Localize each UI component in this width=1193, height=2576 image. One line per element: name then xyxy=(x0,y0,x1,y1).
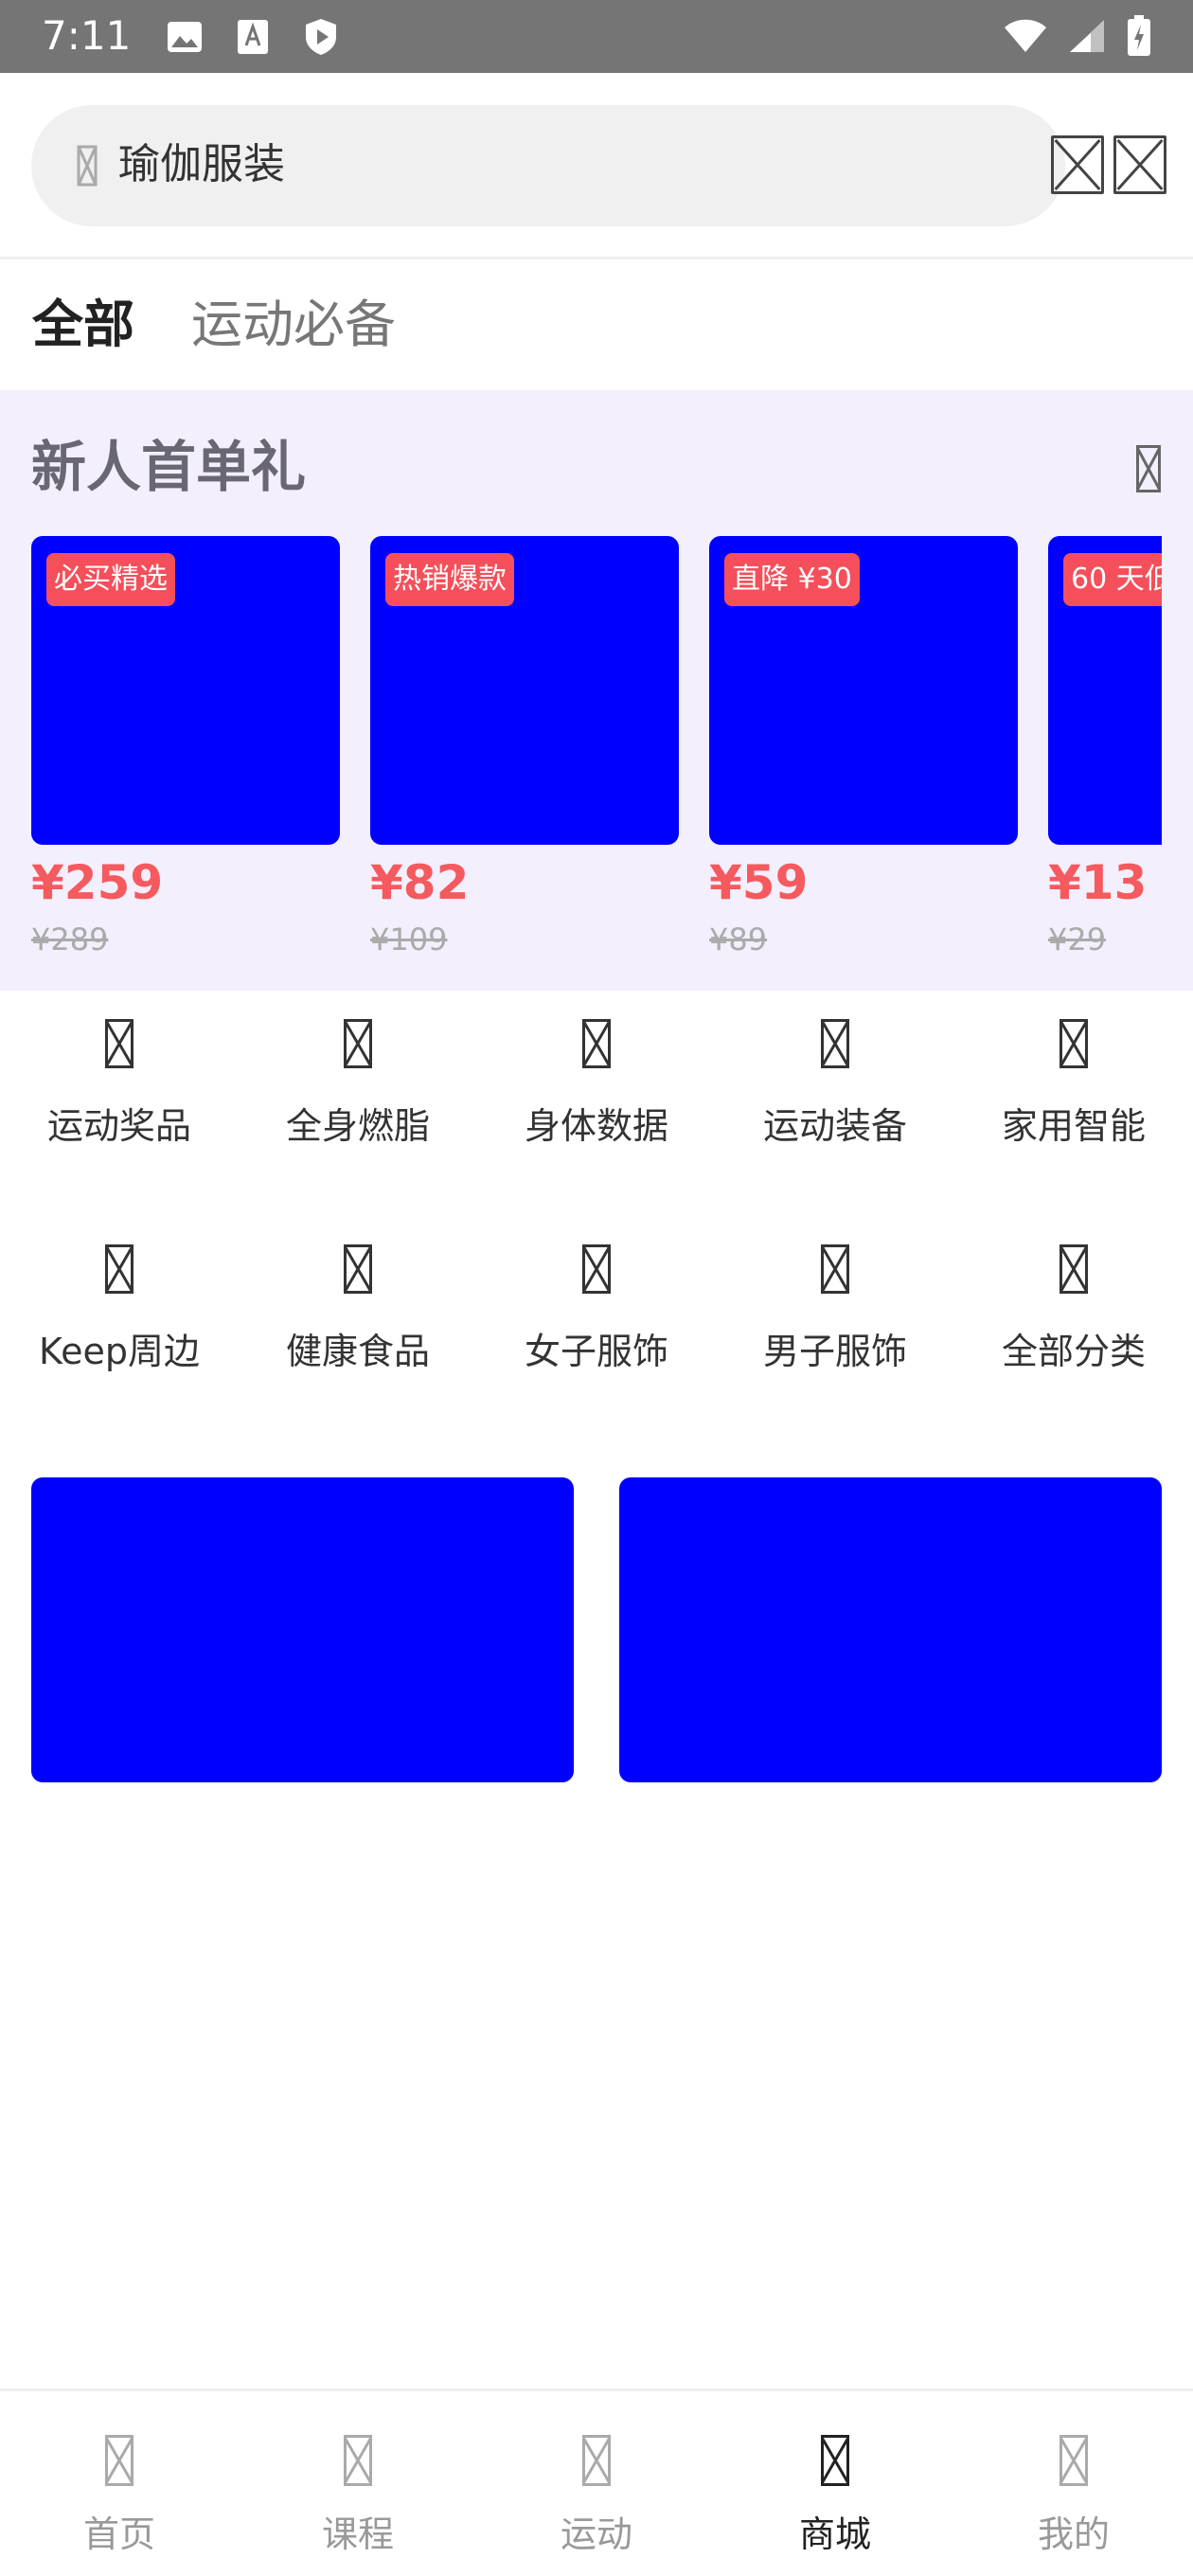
category-label: 男子服饰 xyxy=(762,1331,907,1372)
nav-label: 运动 xyxy=(560,2513,632,2555)
category-sport-equipment[interactable]: 运动装备 xyxy=(716,991,954,1150)
new-user-promo: 新人首单礼 必买精选 ¥259 ¥289 热销爆款 ¥82 ¥109 直降 ¥3… xyxy=(0,390,1193,991)
product-badge: 热销爆款 xyxy=(385,553,514,606)
product-original-price: ¥89 xyxy=(709,921,768,957)
search-input[interactable]: 瑜伽服装 xyxy=(31,105,1065,226)
product-price: ¥13 xyxy=(1048,855,1148,910)
nav-label: 我的 xyxy=(1037,2513,1110,2555)
category-icon xyxy=(582,1019,611,1068)
wifi-icon xyxy=(1004,18,1047,58)
category-label: 全部分类 xyxy=(1001,1331,1146,1372)
category-label: 运动奖品 xyxy=(46,1105,191,1147)
category-grid: 运动奖品 全身燃脂 身体数据 运动装备 家用智能 Keep周边 健康食品 女子服… xyxy=(0,991,1193,1417)
category-label: 家用智能 xyxy=(1001,1105,1146,1147)
category-icon xyxy=(821,1244,849,1294)
header-actions xyxy=(1051,135,1166,194)
promo-product[interactable]: 热销爆款 ¥82 ¥109 xyxy=(370,536,679,960)
category-icon xyxy=(1059,1244,1088,1294)
category-label: 全身燃脂 xyxy=(285,1105,430,1147)
product-badge: 直降 ¥30 xyxy=(724,553,860,606)
status-time: 7:11 xyxy=(42,12,132,59)
product-original-price: ¥29 xyxy=(1048,921,1107,957)
workout-icon xyxy=(582,2435,611,2486)
banner-right[interactable] xyxy=(619,1477,1162,1782)
category-icon xyxy=(582,1244,611,1294)
nav-profile[interactable]: 我的 xyxy=(954,2391,1193,2576)
status-bar: 7:11 xyxy=(0,0,1193,73)
nav-label: 课程 xyxy=(321,2513,394,2555)
category-tabs: 全部 运动必备 xyxy=(0,259,1193,390)
search-header: 瑜伽服装 xyxy=(0,73,1193,259)
category-icon xyxy=(105,1244,134,1294)
product-original-price: ¥109 xyxy=(370,921,448,957)
category-icon xyxy=(105,1019,134,1068)
category-icon xyxy=(821,1019,849,1068)
nav-courses[interactable]: 课程 xyxy=(239,2391,477,2576)
category-smart-home[interactable]: 家用智能 xyxy=(954,991,1193,1150)
category-keep-merch[interactable]: Keep周边 xyxy=(0,1216,239,1375)
nav-home[interactable]: 首页 xyxy=(0,2391,239,2576)
cart-icon[interactable] xyxy=(1113,135,1166,194)
image-icon xyxy=(165,17,205,57)
category-icon xyxy=(1059,1019,1088,1068)
product-image[interactable]: 热销爆款 xyxy=(370,536,679,845)
product-image[interactable]: 必买精选 xyxy=(31,536,340,845)
product-price: ¥82 xyxy=(370,855,470,910)
category-womens-apparel[interactable]: 女子服饰 xyxy=(477,1216,716,1375)
category-sport-prizes[interactable]: 运动奖品 xyxy=(0,991,239,1150)
profile-icon xyxy=(1059,2435,1088,2486)
category-all[interactable]: 全部分类 xyxy=(954,1216,1193,1375)
search-query: 瑜伽服装 xyxy=(118,140,285,188)
product-original-price: ¥289 xyxy=(31,921,109,957)
product-badge: 60 天低价 xyxy=(1063,553,1162,606)
category-label: 身体数据 xyxy=(524,1105,668,1147)
category-label: 运动装备 xyxy=(762,1105,907,1147)
promo-product[interactable]: 直降 ¥30 ¥59 ¥89 xyxy=(709,536,1018,960)
promo-title: 新人首单礼 xyxy=(31,435,307,499)
tab-all[interactable]: 全部 xyxy=(32,292,134,358)
notification-icons xyxy=(165,17,341,57)
chevron-right-icon[interactable] xyxy=(1136,445,1161,492)
promo-product-strip[interactable]: 必买精选 ¥259 ¥289 热销爆款 ¥82 ¥109 直降 ¥30 ¥59 … xyxy=(31,536,1162,981)
product-image[interactable]: 60 天低价 xyxy=(1048,536,1162,845)
product-badge: 必买精选 xyxy=(46,553,175,606)
nav-mall[interactable]: 商城 xyxy=(716,2391,954,2576)
category-fat-burn[interactable]: 全身燃脂 xyxy=(239,991,477,1150)
nav-label: 首页 xyxy=(82,2513,155,2555)
courses-icon xyxy=(344,2435,372,2486)
category-label: Keep周边 xyxy=(39,1331,200,1372)
nav-workout[interactable]: 运动 xyxy=(477,2391,716,2576)
category-label: 健康食品 xyxy=(285,1331,430,1372)
category-label: 女子服饰 xyxy=(524,1331,668,1372)
promo-product[interactable]: 必买精选 ¥259 ¥289 xyxy=(31,536,340,960)
category-icon xyxy=(344,1244,372,1294)
battery-charging-icon xyxy=(1127,15,1151,61)
signal-icon xyxy=(1068,18,1106,58)
category-healthy-food[interactable]: 健康食品 xyxy=(239,1216,477,1375)
category-icon xyxy=(344,1019,372,1068)
promo-product[interactable]: 60 天低价 ¥13 ¥29 xyxy=(1048,536,1162,960)
play-shield-icon xyxy=(301,17,341,57)
scan-icon[interactable] xyxy=(1051,135,1104,194)
system-icons xyxy=(1004,15,1151,61)
text-a-icon xyxy=(233,17,273,57)
product-image[interactable]: 直降 ¥30 xyxy=(709,536,1018,845)
search-icon xyxy=(62,141,111,190)
home-icon xyxy=(105,2435,134,2486)
category-body-data[interactable]: 身体数据 xyxy=(477,991,716,1150)
category-mens-apparel[interactable]: 男子服饰 xyxy=(716,1216,954,1375)
product-price: ¥59 xyxy=(709,855,809,910)
bottom-navigation: 首页 课程 运动 商城 我的 xyxy=(0,2388,1193,2576)
banner-left[interactable] xyxy=(31,1477,574,1782)
tab-sport-essentials[interactable]: 运动必备 xyxy=(191,292,396,358)
product-price: ¥259 xyxy=(31,855,164,910)
mall-icon xyxy=(821,2435,849,2486)
nav-label: 商城 xyxy=(798,2513,871,2555)
